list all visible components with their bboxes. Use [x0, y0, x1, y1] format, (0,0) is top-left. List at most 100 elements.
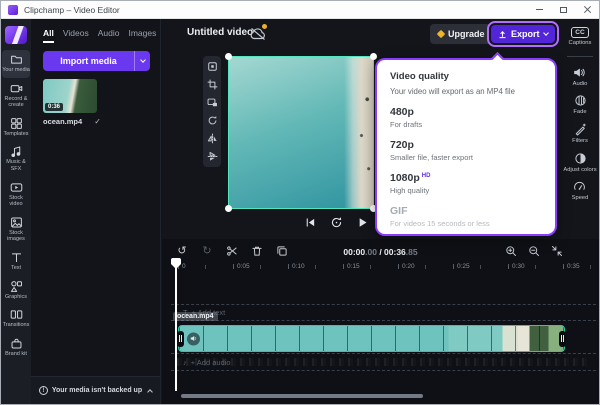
sidebar-item-your-media[interactable]: Your media [2, 50, 30, 78]
window-title: Clipchamp – Video Editor [24, 4, 120, 15]
close-button[interactable] [575, 1, 599, 18]
tool-audio[interactable]: Audio [573, 66, 587, 88]
sidebar-item-brand-kit[interactable]: Brand kit [2, 334, 30, 362]
sidebar-item-record-create[interactable]: Record & create [2, 79, 30, 113]
text-icon [10, 251, 23, 264]
sidebar-label: Graphics [4, 293, 27, 300]
sidebar-label: Transitions [2, 322, 30, 329]
backup-notice-text: Your media isn't backed up [51, 387, 143, 394]
tab-images[interactable]: Images [128, 28, 156, 43]
flip-vertical-tool[interactable] [207, 151, 218, 162]
music-note-icon: ♪ [183, 357, 187, 367]
menu-title: Video quality [390, 71, 449, 82]
menu-item-480p[interactable]: 480p For drafts [390, 106, 542, 129]
diamond-icon [436, 29, 446, 39]
captions-icon: CC [571, 27, 589, 38]
clipchamp-logo-icon [8, 4, 18, 15]
tab-audio[interactable]: Audio [98, 28, 120, 43]
info-icon: ! [38, 386, 48, 395]
clip-audio-icon [187, 332, 200, 345]
sidebar-item-stock-images[interactable]: Stock images [2, 213, 30, 247]
flip-horizontal-tool[interactable] [207, 133, 218, 144]
sidebar-item-music-sfx[interactable]: Music & SFX [2, 142, 30, 176]
media-clip-card[interactable]: 0:36 ocean.mp4 ✓ [43, 79, 123, 126]
import-media-dropdown[interactable] [134, 51, 150, 71]
video-icon [10, 181, 23, 194]
maximize-icon [559, 6, 567, 13]
selection-handle[interactable] [225, 205, 232, 212]
export-button[interactable]: Export [491, 25, 555, 43]
grid-icon [10, 117, 23, 130]
check-icon: ✓ [94, 117, 101, 126]
project-title[interactable]: Untitled video [187, 27, 253, 38]
picture-in-picture-tool[interactable] [207, 97, 218, 108]
close-icon [583, 6, 591, 14]
tool-fade[interactable]: Fade [573, 94, 587, 116]
sidebar-item-stock-video[interactable]: Stock video [2, 178, 30, 212]
tool-filters[interactable]: Filters [572, 123, 588, 145]
clipchamp-window: Clipchamp – Video Editor Your media Reco… [0, 0, 600, 405]
fade-icon [574, 95, 586, 106]
maximize-button[interactable] [551, 1, 575, 18]
media-tabs: All Videos Audio Images [31, 19, 160, 43]
skip-to-start-button[interactable] [304, 216, 317, 229]
export-label: Export [511, 29, 540, 39]
playhead-line [175, 260, 177, 391]
clip-duration-badge: 0:36 [45, 103, 64, 111]
sidebar-label: Stock video [9, 194, 23, 208]
text-track[interactable]: T + Add text [171, 304, 596, 321]
tab-videos[interactable]: Videos [63, 28, 89, 43]
minimize-button[interactable] [527, 1, 551, 18]
sidebar-label: Text [10, 264, 22, 271]
menu-subtitle: Your video will export as an MP4 file [390, 87, 515, 96]
zoom-in-button[interactable] [505, 245, 517, 257]
sidebar-label: Your media [2, 67, 30, 73]
play-button[interactable] [356, 216, 369, 229]
zoom-out-button[interactable] [528, 245, 540, 257]
video-clip[interactable] [177, 325, 566, 352]
fill-size-tool[interactable] [207, 61, 218, 72]
timeline-zoom-controls [505, 245, 563, 257]
tool-speed[interactable]: Speed [572, 180, 588, 202]
audio-track[interactable]: ♪ + Add audio [171, 353, 596, 371]
zoom-fit-button[interactable] [551, 245, 563, 257]
folder-icon [10, 53, 23, 66]
sidebar-label: Record & create [4, 95, 28, 109]
import-media-split-button: Import media [43, 51, 150, 71]
import-media-button[interactable]: Import media [43, 51, 134, 71]
menu-item-720p[interactable]: 720p Smaller file, faster export [390, 139, 542, 162]
timeline-ruler[interactable]: 0 0:05 0:10 0:15 0:20 0:25 0:30 0:35 [162, 261, 599, 275]
magic-wand-icon [575, 123, 586, 136]
briefcase-icon [10, 337, 23, 350]
speaker-icon [574, 68, 586, 77]
window-controls [527, 1, 599, 18]
selection-handle[interactable] [370, 53, 377, 60]
app-logo-icon [5, 26, 27, 44]
timeline: ↺ ↻ 00:00.00 / 00:36.85 0 0:05 0:10 0:15… [162, 239, 599, 404]
add-audio-ghost: + Add audio [190, 357, 231, 367]
sidebar-label: Music & SFX [6, 159, 26, 172]
replay-button[interactable] [330, 216, 343, 229]
tool-captions[interactable]: CC Captions [569, 27, 591, 47]
sidebar-item-templates[interactable]: Templates [2, 114, 30, 142]
menu-item-gif[interactable]: GIF For videos 15 seconds or less [390, 205, 542, 228]
clip-thumbnail[interactable]: 0:36 [43, 79, 97, 113]
rotate-tool[interactable] [207, 115, 218, 126]
backup-notice[interactable]: ! Your media isn't backed up [31, 376, 160, 404]
timeline-horizontal-scrollbar[interactable] [181, 394, 423, 398]
tab-all[interactable]: All [43, 28, 54, 43]
selection-handle[interactable] [225, 53, 232, 60]
menu-item-1080p[interactable]: 1080p HD High quality [390, 172, 542, 195]
sidebar-item-transitions[interactable]: Transitions [2, 305, 30, 333]
left-nav-rail: Your media Record & create Templates Mus… [1, 19, 31, 404]
tool-adjust-colors[interactable]: Adjust colors [563, 152, 597, 174]
sidebar-item-graphics[interactable]: Graphics [2, 277, 30, 305]
cloud-off-icon[interactable] [249, 27, 267, 41]
crop-tool[interactable] [207, 79, 218, 90]
trim-handle-left[interactable] [177, 330, 184, 347]
video-preview-canvas[interactable] [225, 53, 377, 212]
trim-handle-right[interactable] [559, 330, 566, 347]
sidebar-item-text[interactable]: Text [2, 248, 30, 276]
upgrade-button[interactable]: Upgrade [430, 24, 493, 44]
speedometer-icon [574, 182, 586, 191]
